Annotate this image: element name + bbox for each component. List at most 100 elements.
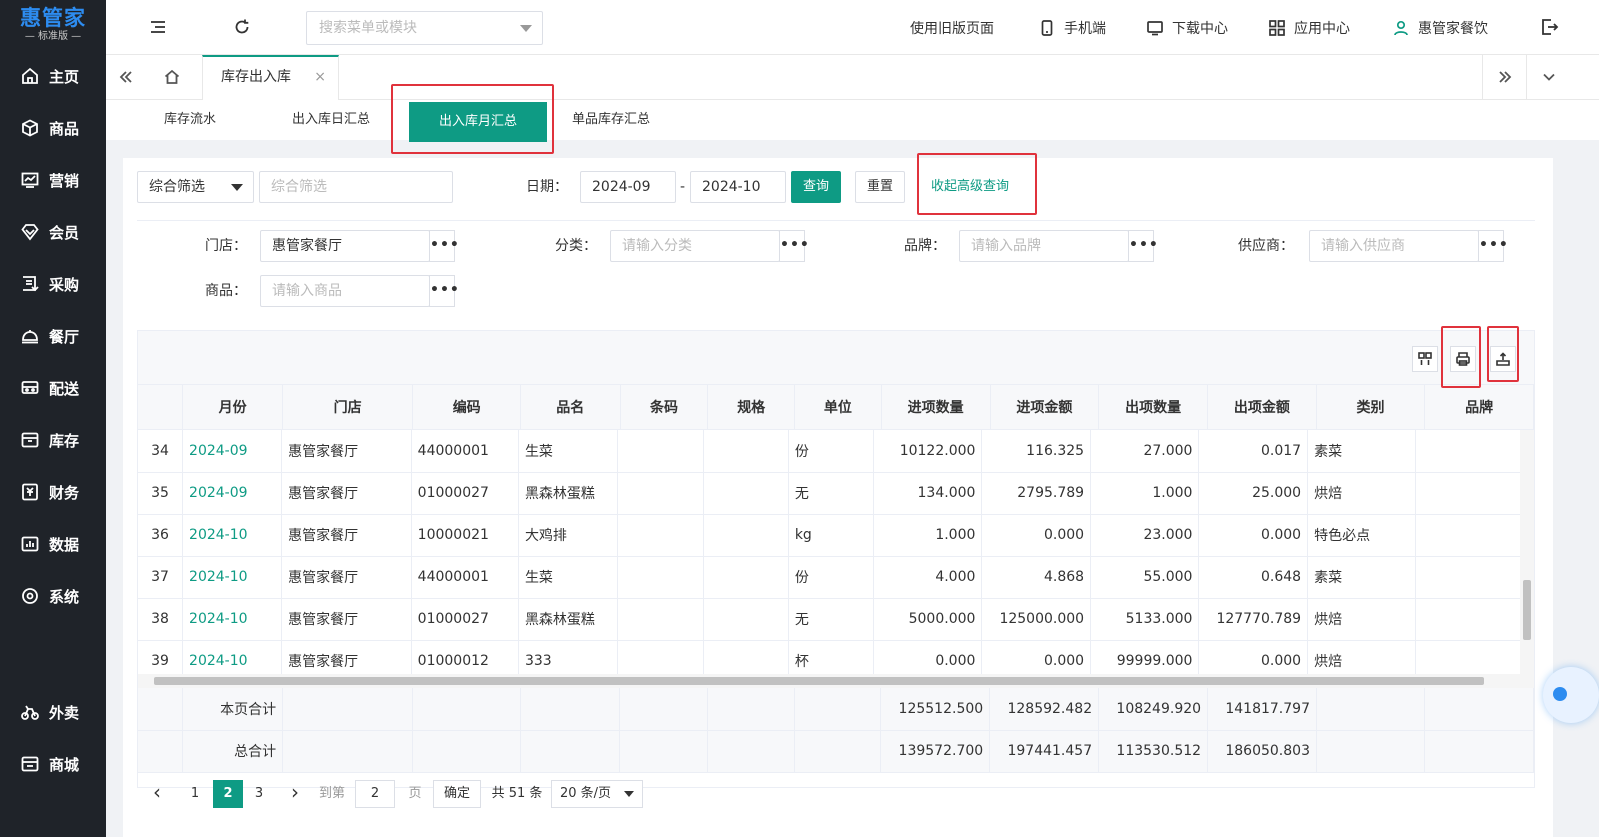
sidebar-item-finance[interactable]: 财务: [0, 466, 106, 518]
sidebar-item-mall[interactable]: 商城: [0, 738, 106, 790]
horizontal-scrollbar[interactable]: [138, 674, 1534, 688]
sidebar-item-system[interactable]: 系统: [0, 570, 106, 622]
cloche-icon: [20, 326, 40, 346]
store-value: 惠管家餐厅: [272, 238, 342, 254]
col-header-in-qty[interactable]: 进项数量: [881, 385, 991, 430]
date-end-input[interactable]: 2024-10: [690, 171, 786, 203]
col-header-barcode[interactable]: 条码: [620, 385, 709, 430]
col-header-out-qty[interactable]: 出项数量: [1098, 385, 1209, 430]
subtab-monthly-summary[interactable]: 出入库月汇总: [409, 102, 547, 142]
combo-filter-input[interactable]: 综合筛选: [259, 171, 453, 203]
export-button[interactable]: [1490, 346, 1516, 372]
table-row[interactable]: 39 2024-10 惠管家餐厅 01000012 333 杯 0.000 0.000 9999…: [138, 640, 1522, 674]
tabs-scroll-left-button[interactable]: [106, 55, 146, 99]
sidebar-item-delivery[interactable]: 配送: [0, 362, 106, 414]
scrollbar-thumb[interactable]: [1523, 580, 1531, 640]
category-placeholder: 请输入分类: [622, 238, 692, 254]
print-button[interactable]: [1450, 346, 1476, 372]
subtab-daily-summary[interactable]: 出入库日汇总: [292, 100, 370, 140]
col-header-code[interactable]: 编码: [412, 385, 521, 430]
menu-search-input[interactable]: 搜索菜单或模块: [306, 11, 543, 45]
subtab-item-summary[interactable]: 单品库存汇总: [572, 100, 650, 140]
sidebar-item-takeout[interactable]: 外卖: [0, 686, 106, 738]
close-icon[interactable]: ×: [314, 57, 326, 98]
column-settings-button[interactable]: [1412, 346, 1438, 372]
cell-category: 素菜: [1307, 430, 1416, 473]
supplier-input[interactable]: 请输入供应商: [1309, 230, 1479, 262]
date-start-input[interactable]: 2024-09: [580, 171, 676, 203]
col-header-category[interactable]: 类别: [1316, 385, 1426, 430]
monitor-icon: [1147, 21, 1163, 36]
sidebar-item-marketing[interactable]: 营销: [0, 154, 106, 206]
table-row[interactable]: 35 2024-09 惠管家餐厅 01000027 黑森林蛋糕 无 134.000 2795.…: [138, 472, 1522, 515]
old-version-link[interactable]: 使用旧版页面: [910, 17, 994, 39]
col-header-out-amount[interactable]: 出项金额: [1207, 385, 1317, 430]
table-row[interactable]: 36 2024-10 惠管家餐厅 10000021 大鸡排 kg 1.000 0.000 23.…: [138, 514, 1522, 557]
tab-inventory-io[interactable]: 库存出入库 ×: [202, 55, 339, 100]
tabs-scroll-right-button[interactable]: [1482, 55, 1526, 99]
page-1-button[interactable]: 1: [185, 780, 205, 808]
product-picker-button[interactable]: •••: [429, 275, 459, 307]
sidebar-item-members[interactable]: 会员: [0, 206, 106, 258]
app-center-link[interactable]: 应用中心: [1268, 17, 1350, 39]
tab-home-button[interactable]: [152, 55, 192, 99]
table-totals: 本页合计 125512.500 128592.482 108249.920 14…: [138, 688, 1534, 773]
mobile-link[interactable]: 手机端: [1038, 17, 1106, 39]
cell-brand: [1415, 556, 1522, 599]
col-header-spec[interactable]: 规格: [707, 385, 796, 430]
goto-confirm-button[interactable]: 确定: [433, 780, 481, 808]
col-header-name[interactable]: 品名: [520, 385, 621, 430]
sidebar-item-restaurant[interactable]: 餐厅: [0, 310, 106, 362]
collapse-advanced-link[interactable]: 收起高级查询: [931, 171, 1009, 203]
combo-filter-select[interactable]: 综合筛选: [137, 171, 254, 203]
next-page-button[interactable]: ›: [285, 780, 305, 808]
goto-page-input[interactable]: 2: [355, 780, 395, 808]
table-row[interactable]: 34 2024-09 惠管家餐厅 44000001 生菜 份 10122.000 116.32…: [138, 430, 1522, 473]
table-row[interactable]: 38 2024-10 惠管家餐厅 01000027 黑森林蛋糕 无 5000.000 1250…: [138, 598, 1522, 641]
menu-toggle-icon[interactable]: [148, 17, 168, 37]
user-menu[interactable]: 惠管家餐饮: [1392, 17, 1488, 39]
prev-page-button[interactable]: ‹: [147, 780, 167, 808]
col-header-in-amount[interactable]: 进项金额: [990, 385, 1100, 430]
total-cell: [138, 730, 184, 773]
page-size-select[interactable]: 20 条/页: [551, 780, 643, 808]
col-header-store[interactable]: 门店: [282, 385, 414, 430]
tabs-menu-button[interactable]: [1526, 55, 1570, 99]
store-picker-button[interactable]: •••: [429, 230, 459, 262]
category-input[interactable]: 请输入分类: [610, 230, 780, 262]
grand-total-row: 总合计 139572.700 197441.457 113530.512 186…: [138, 730, 1534, 773]
scrollbar-thumb[interactable]: [154, 677, 1484, 685]
table-body-scroll[interactable]: 34 2024-09 惠管家餐厅 44000001 生菜份 10122.000 116.32…: [138, 430, 1522, 674]
page-2-button[interactable]: 2: [213, 780, 243, 808]
col-header-brand[interactable]: 品牌: [1424, 385, 1534, 430]
sidebar-item-data[interactable]: 数据: [0, 518, 106, 570]
category-picker-button[interactable]: •••: [779, 230, 809, 262]
sidebar-item-inventory[interactable]: 库存: [0, 414, 106, 466]
product-input[interactable]: 请输入商品: [260, 275, 430, 307]
reset-button[interactable]: 重置: [855, 171, 905, 203]
subtab-stock-flow[interactable]: 库存流水: [164, 100, 216, 140]
table-row[interactable]: 37 2024-10 惠管家餐厅 44000001 生菜 份 4.000 4.868 55.00…: [138, 556, 1522, 599]
cell-out-qty: 27.000: [1090, 430, 1200, 473]
sidebar-item-home[interactable]: 主页: [0, 50, 106, 102]
store-label: 门店：: [205, 238, 247, 254]
page-3-button[interactable]: 3: [249, 780, 269, 808]
sidebar-item-purchase[interactable]: 采购: [0, 258, 106, 310]
brand-input[interactable]: 请输入品牌: [959, 230, 1129, 262]
vertical-scrollbar[interactable]: [1520, 430, 1534, 674]
store-input[interactable]: 惠管家餐厅: [260, 230, 430, 262]
refresh-icon[interactable]: [232, 17, 252, 37]
supplier-picker-button[interactable]: •••: [1478, 230, 1508, 262]
assistant-float-button[interactable]: [1543, 667, 1599, 723]
brand-picker-button[interactable]: •••: [1128, 230, 1158, 262]
combo-filter-value: 综合筛选: [149, 179, 205, 195]
query-button[interactable]: 查询: [791, 171, 841, 203]
logout-icon[interactable]: [1539, 17, 1559, 37]
total-cell: [282, 730, 414, 773]
download-center-link[interactable]: 下载中心: [1146, 17, 1228, 39]
col-header-unit[interactable]: 单位: [794, 385, 882, 430]
cell-in-amount: 0.000: [981, 514, 1092, 557]
sidebar-item-products[interactable]: 商品: [0, 102, 106, 154]
col-header-month[interactable]: 月份: [182, 385, 283, 430]
cell-name: 大鸡排: [518, 514, 619, 557]
